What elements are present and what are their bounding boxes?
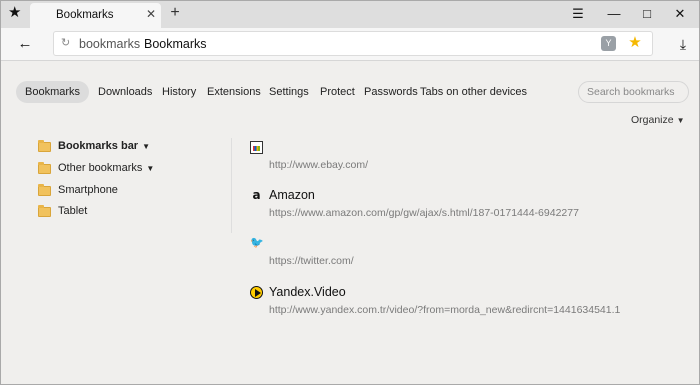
bookmark-url: https://twitter.com/ (269, 255, 354, 267)
folder-icon (38, 140, 51, 152)
maximize-button[interactable]: □ (635, 4, 659, 24)
nav-other-devices[interactable]: Tabs on other devices (420, 81, 527, 103)
nav-downloads[interactable]: Downloads (98, 81, 152, 103)
title-bar: ★ Bookmarks ✕ + ☰ — □ ✕ (1, 1, 699, 28)
folder-icon (38, 184, 51, 196)
nav-bookmarks[interactable]: Bookmarks (16, 81, 90, 103)
tab-title: Bookmarks (56, 9, 114, 21)
downloads-icon[interactable]: ⤓ (675, 34, 691, 54)
nav-extensions[interactable]: Extensions (207, 81, 261, 103)
back-button[interactable]: ← (15, 35, 35, 53)
nav-history[interactable]: History (162, 81, 196, 103)
chevron-down-icon: ▼ (676, 116, 685, 125)
tab-close-icon[interactable]: ✕ (144, 7, 158, 21)
bookmark-item-yandex-video[interactable]: Yandex.Video http://www.yandex.com.tr/vi… (250, 285, 680, 325)
bookmark-item-amazon[interactable]: a Amazon https://www.amazon.com/gp/gw/aj… (250, 188, 680, 228)
folder-label: Tablet (58, 205, 88, 217)
nav-passwords[interactable]: Passwords (364, 81, 418, 103)
close-window-button[interactable]: ✕ (668, 4, 692, 24)
protect-icon[interactable]: Y (601, 36, 616, 51)
bookmark-item-ebay[interactable]: http://www.ebay.com/ (250, 140, 680, 180)
address-host: bookmarks (79, 37, 141, 51)
folder-label: Other bookmarks (58, 162, 143, 174)
address-toolbar: ← ↻ bookmarks Bookmarks Y ★ ⤓ (1, 28, 699, 61)
bookmark-title[interactable]: Yandex.Video (269, 285, 346, 299)
folder-icon (38, 162, 51, 174)
minimize-button[interactable]: — (602, 4, 626, 24)
yandex-star-icon[interactable]: ★ (8, 5, 22, 21)
folder-label: Smartphone (58, 184, 118, 196)
menu-icon[interactable]: ☰ (566, 4, 590, 24)
bookmark-item-twitter[interactable]: 🐦 https://twitter.com/ (250, 236, 680, 276)
folder-label: Bookmarks bar (58, 140, 139, 152)
twitter-icon: 🐦 (250, 237, 264, 249)
bookmark-url: http://www.yandex.com.tr/video/?from=mor… (269, 304, 621, 316)
browser-window: ★ Bookmarks ✕ + ☰ — □ ✕ ← ↻ bookmarks Bo… (0, 0, 700, 385)
bookmark-title[interactable]: Amazon (269, 188, 315, 202)
pane-divider (231, 138, 232, 233)
tab-bookmarks[interactable]: Bookmarks ✕ (30, 3, 161, 28)
ebay-icon (250, 141, 263, 154)
reload-icon[interactable]: ↻ (61, 36, 73, 50)
amazon-icon: a (252, 188, 261, 202)
organize-menu[interactable]: Organize ▼ (631, 114, 685, 126)
organize-label: Organize (631, 114, 674, 126)
new-tab-button[interactable]: + (167, 4, 183, 22)
bookmark-url: https://www.amazon.com/gp/gw/ajax/s.html… (269, 207, 579, 219)
address-page-title: Bookmarks (144, 37, 207, 51)
nav-settings[interactable]: Settings (269, 81, 309, 103)
address-bar[interactable]: ↻ bookmarks Bookmarks Y ★ (53, 31, 653, 56)
bookmark-url: http://www.ebay.com/ (269, 159, 369, 171)
chevron-down-icon[interactable]: ▼ (142, 142, 150, 151)
add-bookmark-star-icon[interactable]: ★ (627, 34, 643, 52)
yandex-video-icon (250, 286, 263, 299)
search-bookmarks-input[interactable] (578, 81, 689, 103)
folder-icon (38, 205, 51, 217)
chevron-down-icon[interactable]: ▼ (146, 164, 154, 173)
nav-protect[interactable]: Protect (320, 81, 355, 103)
